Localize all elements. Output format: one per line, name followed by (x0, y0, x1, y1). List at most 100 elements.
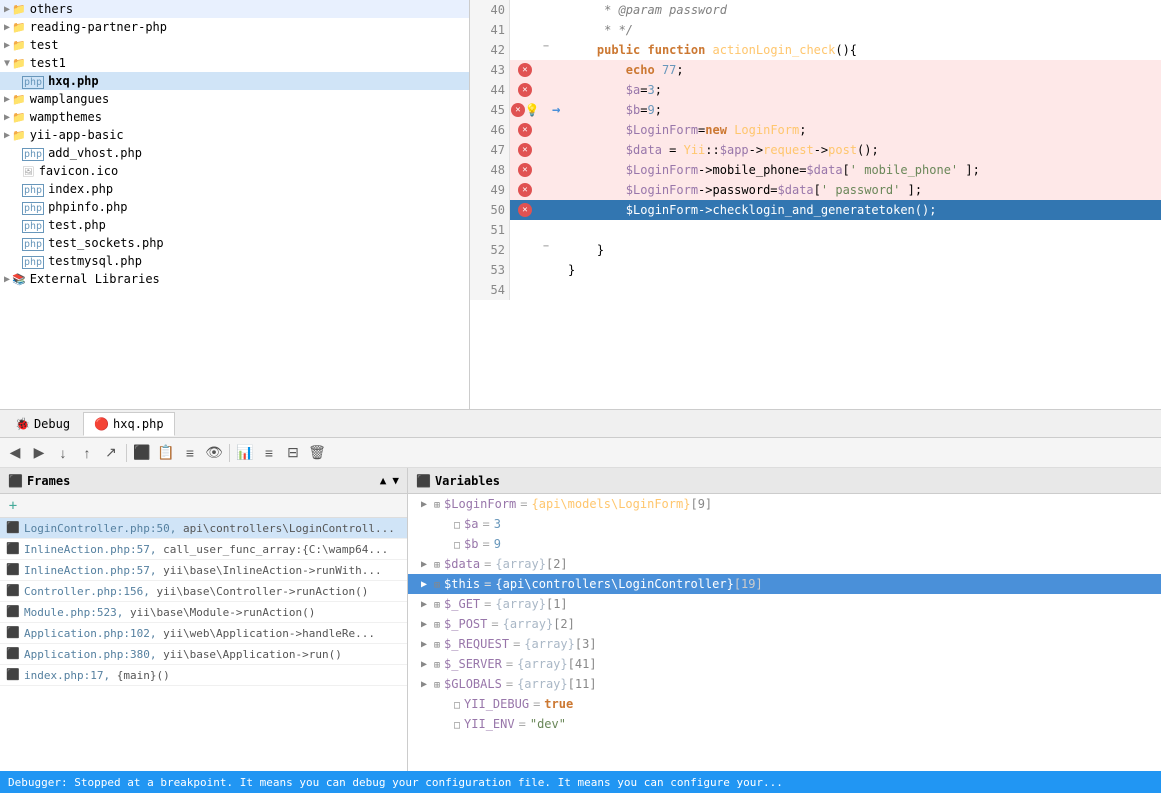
var-item-data[interactable]: ▶⊞$data = {array} [2] (408, 554, 1161, 574)
code-line-52[interactable]: 52− } (470, 240, 1161, 260)
tree-item-test.php[interactable]: phptest.php (0, 216, 469, 234)
variable-value: {array} (503, 617, 554, 631)
var-item-this[interactable]: ▶⊞$this = {api\controllers\LoginControll… (408, 574, 1161, 594)
file-tree[interactable]: ▶📁others▶📁reading-partner-php▶📁test▼📁tes… (0, 0, 470, 409)
code-line-43[interactable]: 43✕ echo 77; (470, 60, 1161, 80)
frames-btn[interactable]: ⬛ (131, 442, 153, 464)
tree-item-others[interactable]: ▶📁others (0, 0, 469, 18)
tree-item-reading-partner-php[interactable]: ▶📁reading-partner-php (0, 18, 469, 36)
var-item-b[interactable]: □$b = 9 (408, 534, 1161, 554)
tree-item-favicon.ico[interactable]: 🖼favicon.ico (0, 162, 469, 180)
line-indicators: ✕ (510, 140, 540, 160)
variable-value: {array} (517, 677, 568, 691)
code-line-54[interactable]: 54 (470, 280, 1161, 300)
code-line-41[interactable]: 41 * */ (470, 20, 1161, 40)
tree-item-index.php[interactable]: phpindex.php (0, 180, 469, 198)
line-content: * @param password (560, 0, 1161, 20)
var-item-a[interactable]: □$a = 3 (408, 514, 1161, 534)
tree-item-wampthemes[interactable]: ▶📁wampthemes (0, 108, 469, 126)
frame-item-6[interactable]: ⬛Application.php:102, yii\web\Applicatio… (0, 623, 407, 644)
frame-item-7[interactable]: ⬛Application.php:380, yii\base\Applicati… (0, 644, 407, 665)
run-cursor-btn[interactable]: ↗ (100, 442, 122, 464)
var-item-post[interactable]: ▶⊞$_POST = {array} [2] (408, 614, 1161, 634)
layout-btn[interactable]: ≡ (179, 442, 201, 464)
line-number: 41 (470, 20, 510, 40)
code-line-44[interactable]: 44✕ $a=3; (470, 80, 1161, 100)
code-line-42[interactable]: 42− public function actionLogin_check(){ (470, 40, 1161, 60)
variable-name: $b (464, 537, 478, 551)
frame-item-1[interactable]: ⬛LoginController.php:50, api\controllers… (0, 518, 407, 539)
frame-item-3[interactable]: ⬛InlineAction.php:57, yii\base\InlineAct… (0, 560, 407, 581)
frames-down-btn[interactable]: ▼ (392, 474, 399, 487)
variable-name: $LoginForm (444, 497, 516, 511)
step-into-btn[interactable]: ↓ (52, 442, 74, 464)
delete-btn[interactable]: 🗑 (306, 442, 328, 464)
var-item-globals[interactable]: ▶⊞$GLOBALS = {array} [11] (408, 674, 1161, 694)
frame-item-4[interactable]: ⬛Controller.php:156, yii\base\Controller… (0, 581, 407, 602)
var-item-login-form[interactable]: ▶⊞$LoginForm = {api\models\LoginForm} [9… (408, 494, 1161, 514)
resume-btn[interactable]: ▶ (28, 442, 50, 464)
code-line-50[interactable]: 50✕ $LoginForm->checklogin_and_generatet… (470, 200, 1161, 220)
tree-item-add_vhost.php[interactable]: phpadd_vhost.php (0, 144, 469, 162)
line-content: } (560, 260, 1161, 280)
frames-up-btn[interactable]: ▲ (380, 474, 387, 487)
tree-item-test_sockets.php[interactable]: phptest_sockets.php (0, 234, 469, 252)
debug-toolbar: ◀▶↓↑↗⬛📋≡👁📊≡⊟🗑 (0, 438, 1161, 468)
variable-name: $_GET (444, 597, 480, 611)
var-item-server[interactable]: ▶⊞$_SERVER = {array} [41] (408, 654, 1161, 674)
code-line-47[interactable]: 47✕ $data = Yii::$app->request->post(); (470, 140, 1161, 160)
fold-indicator (540, 100, 552, 112)
variables-list[interactable]: ▶⊞$LoginForm = {api\models\LoginForm} [9… (408, 494, 1161, 771)
var-item-yii-debug[interactable]: □YII_DEBUG = true (408, 694, 1161, 714)
line-indicators (510, 240, 540, 260)
code-line-45[interactable]: 45✕💡→ $b=9; (470, 100, 1161, 120)
threads-btn[interactable]: ≡ (258, 442, 280, 464)
tree-item-phpinfo.php[interactable]: phpphpinfo.php (0, 198, 469, 216)
code-line-48[interactable]: 48✕ $LoginForm->mobile_phone=$data[' mob… (470, 160, 1161, 180)
fold-indicator (540, 80, 552, 92)
line-number: 42 (470, 40, 510, 60)
var-item-request[interactable]: ▶⊞$_REQUEST = {array} [3] (408, 634, 1161, 654)
watch-btn[interactable]: 👁 (203, 442, 225, 464)
code-lines[interactable]: 40 * @param password41 * */42− public fu… (470, 0, 1161, 409)
variable-count: [11] (568, 677, 597, 691)
line-indicators: ✕ (510, 200, 540, 220)
tree-item-yii-app-basic[interactable]: ▶📁yii-app-basic (0, 126, 469, 144)
settings-btn[interactable]: ⊟ (282, 442, 304, 464)
frame-icon: ⬛ (6, 647, 20, 661)
line-number: 54 (470, 280, 510, 300)
copy-btn[interactable]: 📋 (155, 442, 177, 464)
debug-tab-hxq-php[interactable]: 🔴hxq.php (83, 412, 175, 436)
tree-item-wamplangues[interactable]: ▶📁wamplangues (0, 90, 469, 108)
debug-tab-debug[interactable]: 🐞Debug (4, 412, 81, 436)
code-line-40[interactable]: 40 * @param password (470, 0, 1161, 20)
frames-list[interactable]: ⬛LoginController.php:50, api\controllers… (0, 518, 407, 771)
code-line-46[interactable]: 46✕ $LoginForm=new LoginForm; (470, 120, 1161, 140)
tree-item-hxq.php[interactable]: phphxq.php (0, 72, 469, 90)
error-indicator: ✕ (518, 123, 532, 137)
code-line-49[interactable]: 49✕ $LoginForm->password=$data[' passwor… (470, 180, 1161, 200)
tree-item-testmysql.php[interactable]: phptestmysql.php (0, 252, 469, 270)
tree-item-external-libraries[interactable]: ▶📚External Libraries (0, 270, 469, 288)
variable-value: "dev" (530, 717, 566, 731)
expand-arrow: ▶ (4, 40, 10, 51)
variable-eq: = (533, 697, 540, 711)
var-item-get[interactable]: ▶⊞$_GET = {array} [1] (408, 594, 1161, 614)
code-line-51[interactable]: 51 (470, 220, 1161, 240)
back-btn[interactable]: ◀ (4, 442, 26, 464)
eval-btn[interactable]: 📊 (234, 442, 256, 464)
var-item-yii-env[interactable]: □YII_ENV = "dev" (408, 714, 1161, 734)
frame-item-2[interactable]: ⬛InlineAction.php:57, call_user_func_arr… (0, 539, 407, 560)
expand-arrow: ▶ (4, 130, 10, 141)
variable-count: [2] (546, 557, 568, 571)
frame-item-8[interactable]: ⬛index.php:17, {main}() (0, 665, 407, 686)
tree-item-test1[interactable]: ▼📁test1 (0, 54, 469, 72)
frames-add-btn[interactable]: + (4, 497, 22, 515)
frame-item-5[interactable]: ⬛Module.php:523, yii\base\Module->runAct… (0, 602, 407, 623)
step-out-btn[interactable]: ↑ (76, 442, 98, 464)
file-icon: php (22, 75, 44, 88)
tree-item-test[interactable]: ▶📁test (0, 36, 469, 54)
code-line-53[interactable]: 53} (470, 260, 1161, 280)
variable-name: $data (444, 557, 480, 571)
line-content: $LoginForm->checklogin_and_generatetoken… (560, 200, 1161, 220)
